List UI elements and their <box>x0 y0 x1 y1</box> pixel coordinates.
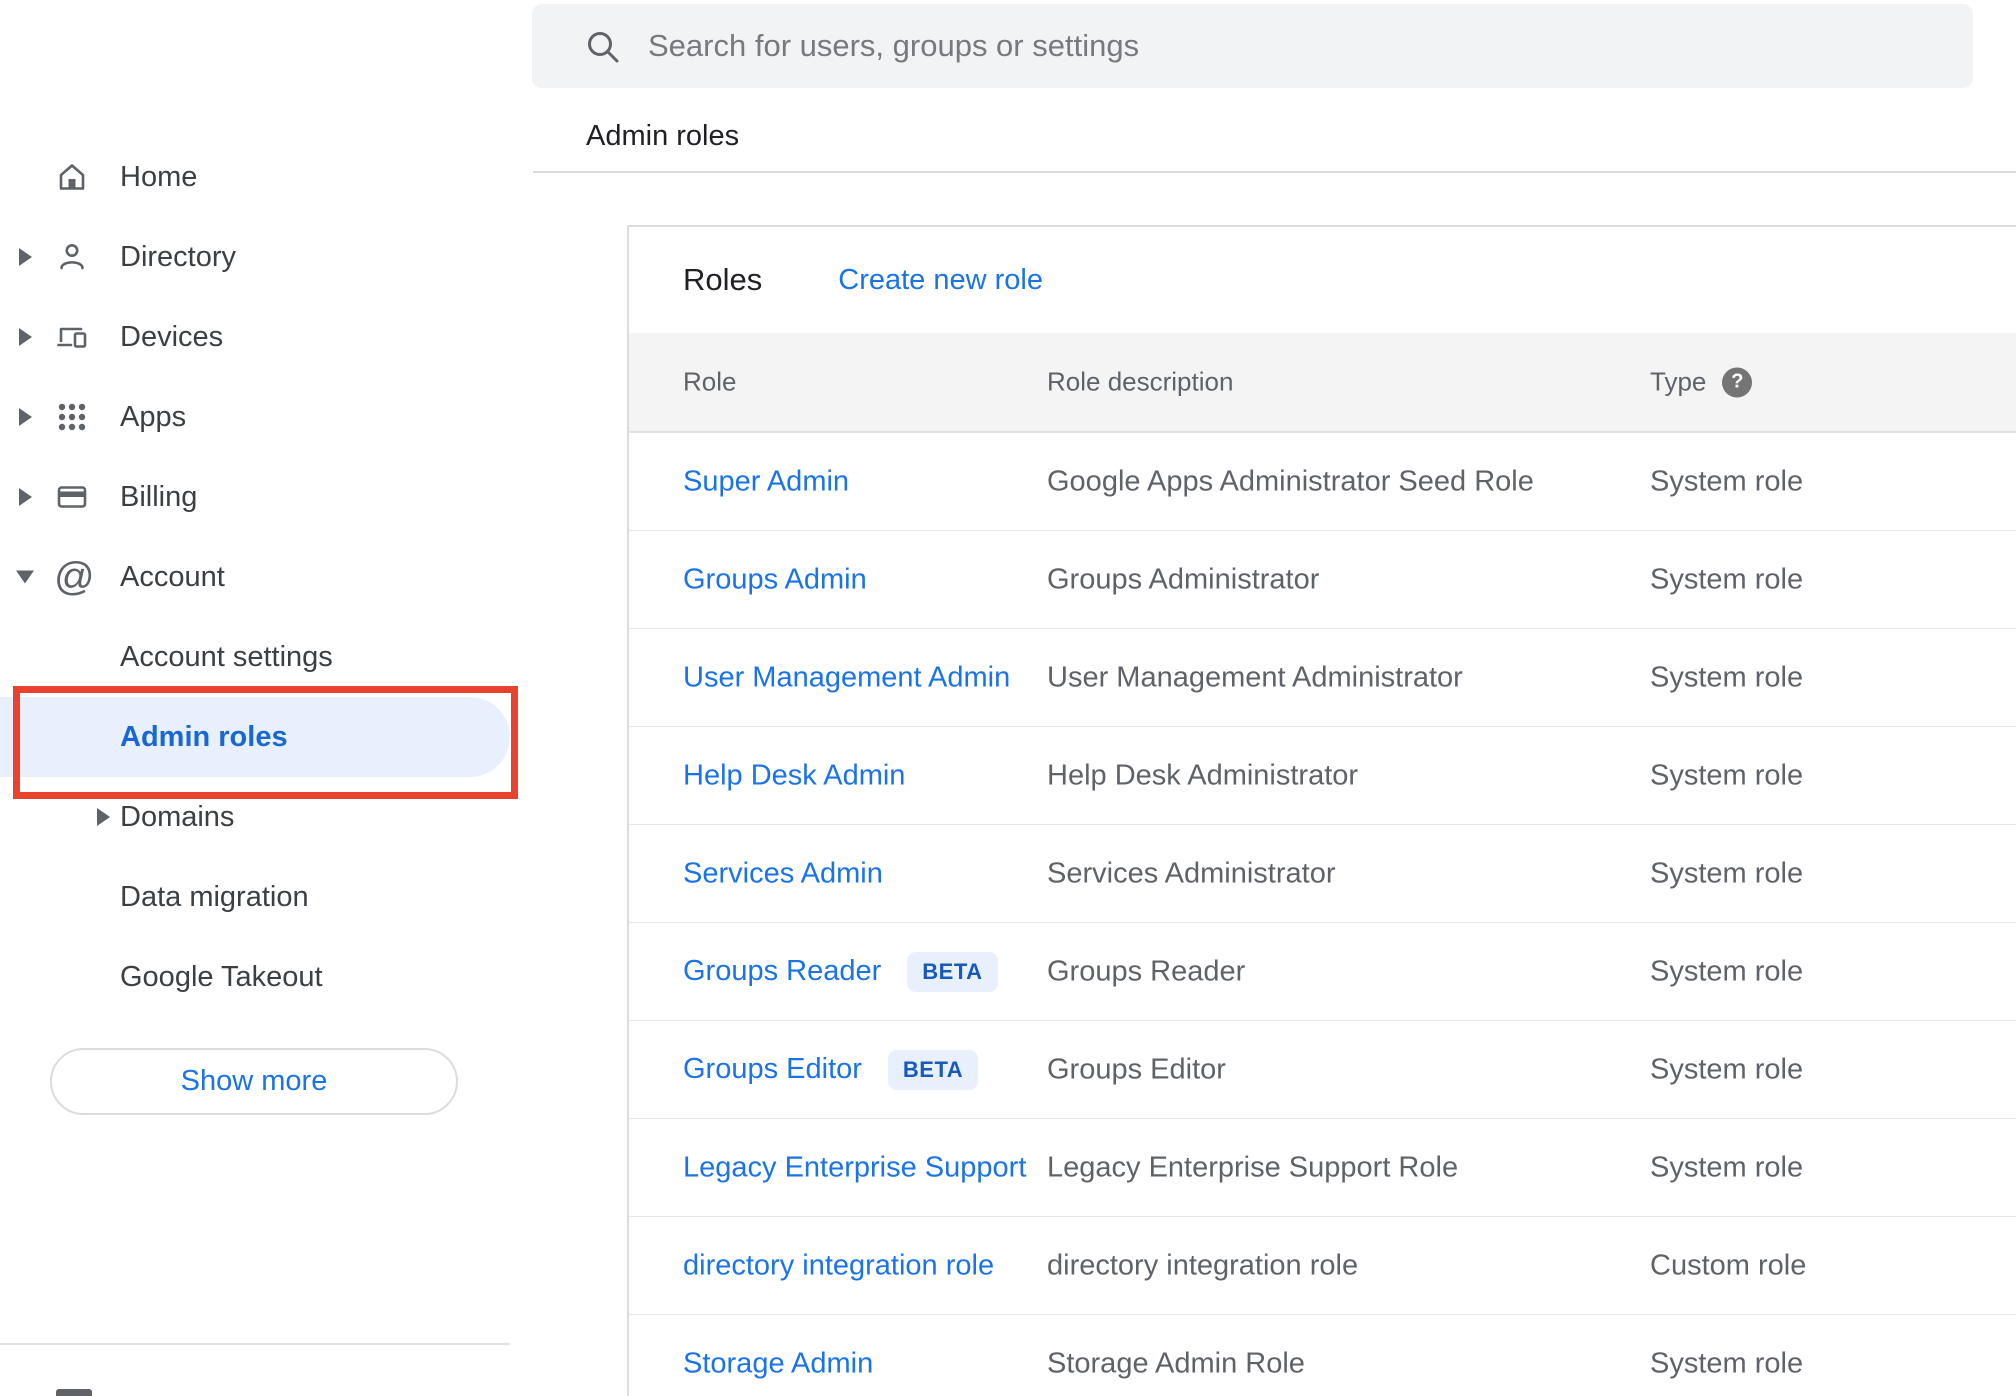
sidebar-item-account[interactable]: @ Account <box>0 537 510 617</box>
table-row: Storage Admin Storage Admin Role System … <box>629 1315 2016 1396</box>
person-icon <box>54 239 90 275</box>
role-type: System role <box>1650 563 1804 595</box>
table-row: Legacy Enterprise Support Legacy Enterpr… <box>629 1119 2016 1217</box>
role-description: Groups Reader <box>1047 955 1246 987</box>
account-at-icon: @ <box>54 555 95 599</box>
sidebar-item-label: Devices <box>120 320 224 353</box>
table-row: Groups Admin Groups Administrator System… <box>629 531 2016 629</box>
sidebar-item-label: Apps <box>120 400 187 433</box>
sidebar-item-label: Data migration <box>120 880 309 913</box>
role-type: System role <box>1650 759 1804 791</box>
role-link[interactable]: Groups Reader <box>683 955 881 988</box>
search-bar <box>532 4 1973 88</box>
billing-card-icon <box>54 479 90 515</box>
sidebar-item-data-migration[interactable]: Data migration <box>0 857 510 937</box>
breadcrumb: Admin roles <box>586 120 740 152</box>
admin-console-screen: Admin Admin roles Home <box>0 0 2016 1396</box>
role-link[interactable]: Groups Admin <box>683 563 867 596</box>
sidebar-item-apps[interactable]: Apps <box>0 377 510 457</box>
role-type: System role <box>1650 661 1804 693</box>
search-icon <box>584 28 622 71</box>
home-icon <box>54 159 90 195</box>
clipped-bottom-icon <box>56 1389 92 1396</box>
column-header-type: Type ? <box>1650 367 1753 398</box>
sidebar-item-devices[interactable]: Devices <box>0 297 510 377</box>
help-icon[interactable]: ? <box>1722 367 1753 397</box>
role-link[interactable]: directory integration role <box>683 1249 994 1282</box>
expand-arrow-icon[interactable] <box>19 248 32 266</box>
sidebar-item-billing[interactable]: Billing <box>0 457 510 537</box>
role-description: Groups Administrator <box>1047 563 1320 595</box>
column-header-role: Role <box>683 366 737 397</box>
role-description: Storage Admin Role <box>1047 1347 1305 1379</box>
role-description: User Management Administrator <box>1047 661 1463 693</box>
collapse-arrow-icon[interactable] <box>16 570 34 584</box>
table-row: Services Admin Services Administrator Sy… <box>629 825 2016 923</box>
sidebar-item-label: Directory <box>120 240 237 273</box>
beta-badge: BETA <box>907 951 998 992</box>
table-row: Super Admin Google Apps Administrator Se… <box>629 433 2016 531</box>
role-type: System role <box>1650 1347 1804 1379</box>
expand-arrow-icon[interactable] <box>19 328 32 346</box>
expand-arrow-icon[interactable] <box>19 488 32 506</box>
apps-grid-icon <box>54 399 90 435</box>
expand-arrow-icon[interactable] <box>97 808 110 826</box>
role-description: Groups Editor <box>1047 1053 1226 1085</box>
role-description: Google Apps Administrator Seed Role <box>1047 465 1534 497</box>
sidebar-item-label: Account settings <box>120 640 333 673</box>
role-description: Legacy Enterprise Support Role <box>1047 1151 1459 1183</box>
sidebar: Home Directory Devices Apps Billing @ Ac… <box>0 0 518 1396</box>
sidebar-item-account-settings[interactable]: Account settings <box>0 617 510 697</box>
sidebar-item-label: Billing <box>120 480 198 513</box>
devices-icon <box>54 319 90 355</box>
role-type: Custom role <box>1650 1249 1807 1281</box>
sidebar-item-label: Home <box>120 160 198 193</box>
expand-arrow-icon[interactable] <box>19 408 32 426</box>
table-row: directory integration role directory int… <box>629 1217 2016 1315</box>
beta-badge: BETA <box>887 1049 979 1090</box>
header-divider <box>533 171 2016 173</box>
sidebar-item-home[interactable]: Home <box>0 137 510 217</box>
role-link[interactable]: Storage Admin <box>683 1347 873 1380</box>
role-link[interactable]: Services Admin <box>683 857 883 890</box>
role-description: Help Desk Administrator <box>1047 759 1359 791</box>
roles-card: Roles Create new role Role Role descript… <box>627 225 2016 1396</box>
search-input[interactable] <box>532 4 1973 88</box>
role-description: directory integration role <box>1047 1249 1359 1281</box>
role-link[interactable]: Legacy Enterprise Support <box>683 1151 1026 1184</box>
sidebar-item-label: Domains <box>120 800 235 833</box>
column-header-description: Role description <box>1047 366 1234 397</box>
roles-table-header: Role Role description Type ? <box>629 333 2016 433</box>
roles-title: Roles <box>683 262 763 297</box>
sidebar-nav: Home Directory Devices Apps Billing @ Ac… <box>0 137 510 1017</box>
table-row: Groups Reader BETA Groups Reader System … <box>629 923 2016 1021</box>
sidebar-item-google-takeout[interactable]: Google Takeout <box>0 937 510 1017</box>
sidebar-item-domains[interactable]: Domains <box>0 777 510 857</box>
table-row: User Management Admin User Management Ad… <box>629 629 2016 727</box>
sidebar-divider <box>0 1343 510 1345</box>
role-type: System role <box>1650 1053 1804 1085</box>
sidebar-item-label: Google Takeout <box>120 960 323 993</box>
role-type: System role <box>1650 857 1804 889</box>
sidebar-item-admin-roles[interactable]: Admin roles <box>0 697 510 777</box>
role-link[interactable]: Groups Editor <box>683 1053 862 1086</box>
sidebar-item-label: Account <box>120 560 225 593</box>
role-link[interactable]: Super Admin <box>683 465 849 498</box>
roles-card-header: Roles Create new role <box>629 227 2016 333</box>
table-row: Groups Editor BETA Groups Editor System … <box>629 1021 2016 1119</box>
role-link[interactable]: User Management Admin <box>683 661 1010 694</box>
role-description: Services Administrator <box>1047 857 1336 889</box>
sidebar-item-label: Admin roles <box>120 720 288 753</box>
show-more-button[interactable]: Show more <box>50 1048 458 1115</box>
table-row: Help Desk Admin Help Desk Administrator … <box>629 727 2016 825</box>
create-new-role-link[interactable]: Create new role <box>838 264 1043 297</box>
sidebar-item-directory[interactable]: Directory <box>0 217 510 297</box>
role-type: System role <box>1650 955 1804 987</box>
role-link[interactable]: Help Desk Admin <box>683 759 905 792</box>
role-type: System role <box>1650 1151 1804 1183</box>
role-type: System role <box>1650 465 1804 497</box>
